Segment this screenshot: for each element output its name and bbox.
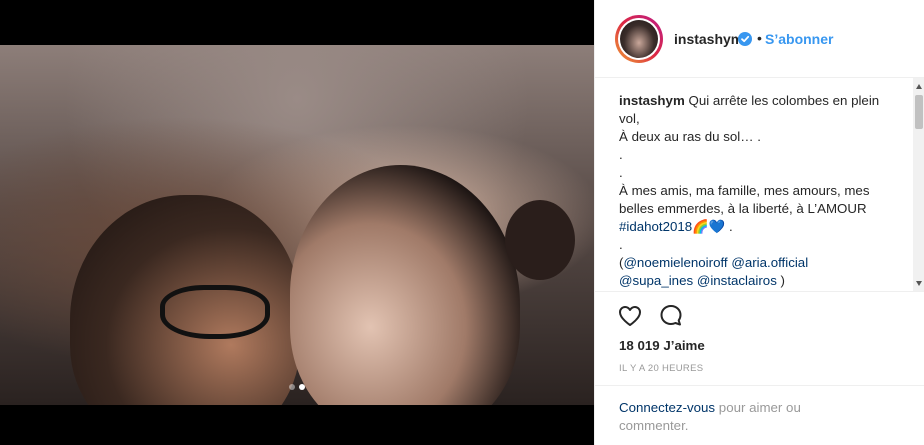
avatar[interactable] (615, 15, 663, 63)
likes-count[interactable]: 18 019 J’aime (619, 338, 705, 353)
photo-person-right (290, 165, 520, 405)
avatar-inner (618, 18, 660, 60)
carousel-indicator (0, 384, 594, 390)
caption-text-7: . (619, 237, 623, 252)
username-link[interactable]: instashym (674, 31, 743, 47)
scrollbar-thumb[interactable] (915, 95, 923, 129)
carousel-dot-1[interactable] (289, 384, 295, 390)
comments-scrollbar[interactable] (913, 78, 924, 291)
header-separator: • (757, 30, 762, 46)
caption-mention-1[interactable]: @noemielenoiroff (623, 255, 727, 270)
post-header: instashym • S’abonner (595, 0, 924, 78)
caption-text-2: À deux au ras du sol… . (619, 129, 761, 144)
comment-icon[interactable] (657, 302, 685, 330)
caption-mention-2[interactable]: @aria.official (731, 255, 808, 270)
login-prompt-text: Connectez-vous pour aimer ou commenter. (619, 399, 839, 435)
caption-text-3: . (619, 147, 623, 162)
caption-hashtag-suffix: 🌈💙 . (692, 219, 733, 234)
caption-mention-3[interactable]: @supa_ines (619, 273, 693, 288)
scroll-up-arrow-icon[interactable] (916, 84, 922, 89)
caption-hashtag[interactable]: #idahot2018 (619, 219, 692, 234)
carousel-dot-2[interactable] (299, 384, 305, 390)
post-caption: instashym Qui arrête les colombes en ple… (619, 92, 887, 290)
caption-text-4: . (619, 165, 623, 180)
photo-glasses (160, 285, 270, 339)
heart-icon[interactable] (616, 302, 644, 330)
post-photo[interactable] (0, 45, 594, 405)
post-media (0, 0, 594, 445)
login-link[interactable]: Connectez-vous (619, 400, 715, 415)
follow-button[interactable]: S’abonner (765, 31, 833, 47)
caption-text-5: À mes amis, ma famille, mes amours, mes … (619, 183, 870, 216)
photo-hair-bun (505, 200, 575, 280)
login-prompt: Connectez-vous pour aimer ou commenter. (595, 385, 924, 445)
caption-mention-4[interactable]: @instaclairos (697, 273, 777, 288)
verified-badge-icon (738, 32, 752, 46)
avatar-image (620, 20, 658, 58)
caption-paren-close: ) (780, 273, 785, 288)
post-side-panel: instashym • S’abonner instashym Qui arrê… (594, 0, 924, 445)
comments-area: instashym Qui arrête les colombes en ple… (595, 78, 924, 292)
post-actions (595, 292, 924, 340)
scroll-down-arrow-icon[interactable] (916, 281, 922, 286)
caption-username[interactable]: instashym (619, 93, 685, 108)
post-timestamp[interactable]: IL Y A 20 HEURES (619, 363, 703, 374)
